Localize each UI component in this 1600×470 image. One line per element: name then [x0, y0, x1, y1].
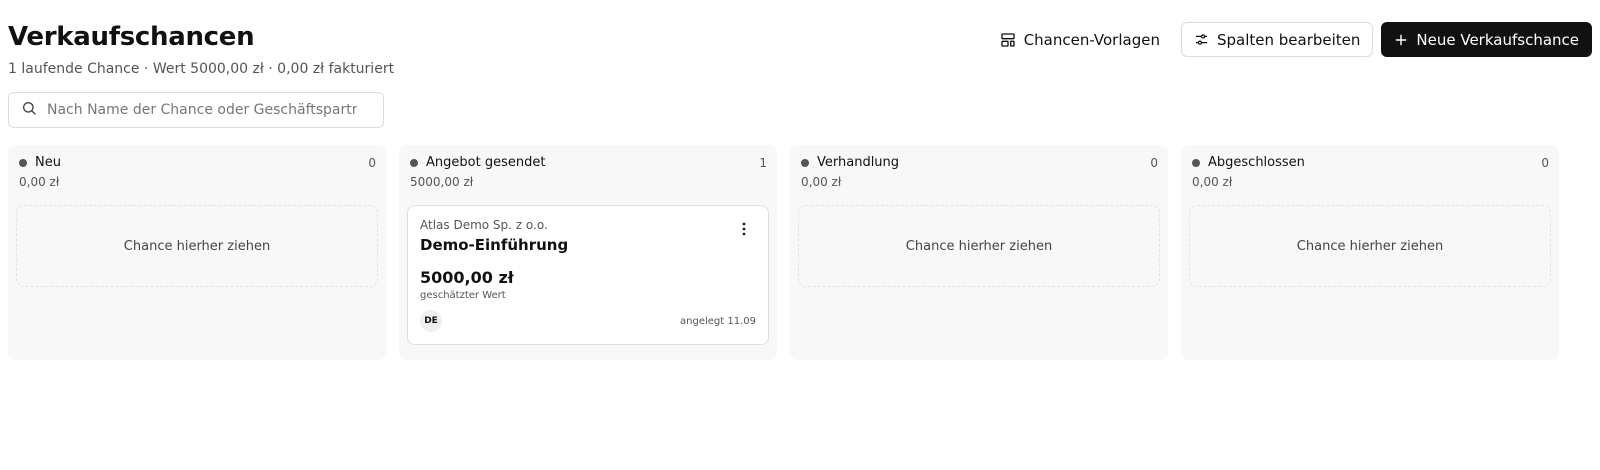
search-box [8, 92, 384, 128]
edit-columns-button-label: Spalten bearbeiten [1216, 30, 1361, 49]
card-menu-button[interactable] [734, 220, 754, 240]
card-partner: Atlas Demo Sp. z o.o. [420, 218, 548, 232]
card-footer: DE angelegt 11.09 [420, 310, 756, 332]
page-title: Verkaufschancen [8, 22, 255, 52]
opportunity-card[interactable]: Atlas Demo Sp. z o.o. Demo-Einführung 50… [407, 205, 769, 345]
column-title: Verhandlung [817, 155, 900, 170]
column-count: 0 [368, 155, 376, 170]
column-sum: 0,00 zł [1192, 175, 1233, 189]
dropzone[interactable]: Chance hierher ziehen [1189, 205, 1551, 287]
avatar: DE [420, 310, 442, 332]
status-dot [801, 158, 809, 167]
column-count: 1 [759, 155, 767, 170]
more-vertical-icon [742, 221, 746, 240]
column-header: Neu 0 [16, 155, 378, 170]
toolbar: Chancen-Vorlagen Spalten bearbeiten Neue… [987, 22, 1592, 57]
new-opportunity-button[interactable]: Neue Verkaufschance [1381, 22, 1592, 57]
templates-button[interactable]: Chancen-Vorlagen [987, 22, 1173, 57]
column-count: 0 [1150, 155, 1158, 170]
card-value-label: geschätzter Wert [420, 290, 506, 301]
column-verhandlung: Verhandlung 0 0,00 zł Chance hierher zie… [790, 145, 1168, 360]
column-title: Abgeschlossen [1208, 155, 1305, 170]
search-icon [21, 100, 37, 120]
card-created-date: angelegt 11.09 [680, 315, 756, 327]
layout-template-icon [1000, 32, 1016, 48]
card-title: Demo-Einführung [420, 236, 569, 254]
status-dot [410, 158, 418, 167]
column-sum: 5000,00 zł [410, 175, 474, 189]
status-dot [1192, 158, 1200, 167]
status-dot [19, 158, 27, 167]
column-angebot-gesendet: Angebot gesendet 1 5000,00 zł Atlas Demo… [399, 145, 777, 360]
column-title: Angebot gesendet [426, 155, 546, 170]
column-sum: 0,00 zł [801, 175, 842, 189]
edit-columns-button[interactable]: Spalten bearbeiten [1180, 22, 1374, 57]
column-sum: 0,00 zł [19, 175, 60, 189]
column-header: Abgeschlossen 0 [1189, 155, 1551, 170]
column-header: Verhandlung 0 [798, 155, 1160, 170]
dropzone[interactable]: Chance hierher ziehen [16, 205, 378, 287]
page-header: Verkaufschancen 1 laufende Chance · Wert… [8, 20, 394, 78]
column-count: 0 [1541, 155, 1549, 170]
pipeline-board: Neu 0 0,00 zł Chance hierher ziehen Ange… [8, 145, 1559, 360]
column-neu: Neu 0 0,00 zł Chance hierher ziehen [8, 145, 386, 360]
new-opportunity-button-label: Neue Verkaufschance [1416, 30, 1579, 49]
sliders-icon [1194, 32, 1209, 47]
search-input[interactable] [47, 102, 357, 118]
column-title: Neu [35, 155, 61, 170]
plus-icon [1394, 33, 1408, 47]
column-abgeschlossen: Abgeschlossen 0 0,00 zł Chance hierher z… [1181, 145, 1559, 360]
dropzone[interactable]: Chance hierher ziehen [798, 205, 1160, 287]
card-value: 5000,00 zł [420, 268, 514, 287]
page-subtitle: 1 laufende Chance · Wert 5000,00 zł · 0,… [8, 61, 395, 77]
column-header: Angebot gesendet 1 [407, 155, 769, 170]
templates-button-label: Chancen-Vorlagen [1023, 30, 1160, 49]
